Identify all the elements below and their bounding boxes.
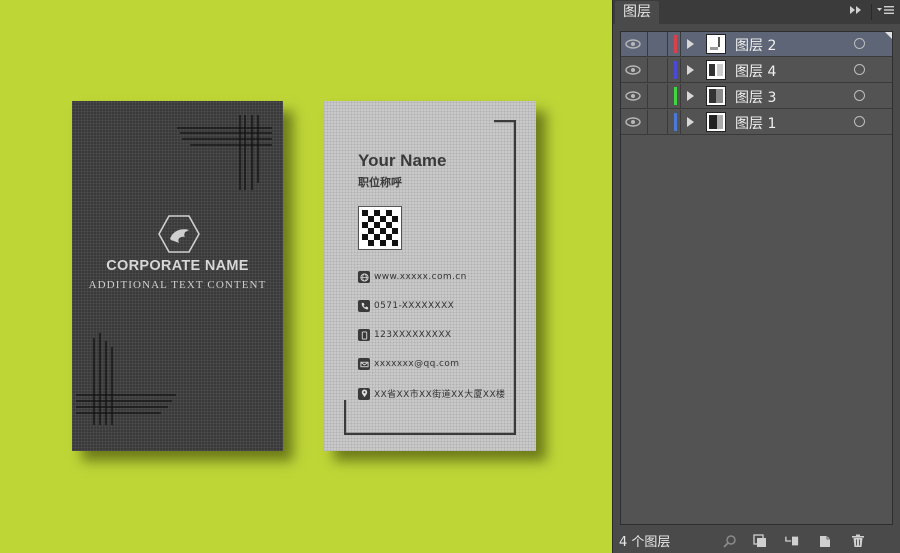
row-divider [667, 32, 668, 56]
layer-color-strip [674, 61, 677, 79]
search-icon[interactable] [723, 534, 737, 548]
corner-lines-top-right [177, 115, 272, 190]
phone-text: 0571-XXXXXXXX [374, 301, 455, 311]
double-chevron-right-icon[interactable] [849, 4, 863, 19]
layer-row-4[interactable]: 图层 4 [621, 58, 892, 83]
target-circle-icon[interactable] [854, 116, 865, 127]
business-card-front[interactable]: CORPORATE NAME ADDITIONAL TEXT CONTENT [72, 101, 283, 451]
company-name: CORPORATE NAME [106, 258, 249, 274]
company-subtitle: ADDITIONAL TEXT CONTENT [88, 279, 267, 291]
visibility-eye-icon[interactable] [625, 38, 641, 50]
layer-name[interactable]: 图层 1 [735, 113, 776, 133]
expand-arrow-icon[interactable] [687, 39, 694, 49]
address-text: XX省XX市XX街道XX大厦XX楼 [374, 390, 506, 400]
location-icon [358, 387, 370, 400]
layer-thumbnail [706, 34, 726, 54]
layer-thumbnail [706, 112, 726, 132]
row-divider [647, 110, 648, 134]
row-divider [647, 84, 648, 108]
contact-email: xxxxxxx@qq.com [358, 358, 459, 370]
business-card-back[interactable]: Your Name 职位称呼 www.xxxxx.com.cn 0571-XXX… [324, 101, 536, 451]
layers-list: 图层 2 图层 4 图层 3 图层 1 [620, 31, 893, 525]
row-divider [680, 84, 681, 108]
layer-color-strip [674, 35, 677, 53]
expand-arrow-icon[interactable] [687, 117, 694, 127]
target-circle-icon[interactable] [854, 90, 865, 101]
layer-color-strip [674, 87, 677, 105]
layer-count-label: 4 个图层 [619, 535, 671, 550]
contact-website: www.xxxxx.com.cn [358, 271, 467, 283]
layer-color-strip [674, 113, 677, 131]
layers-panel: 图层 图层 2 图层 4 图层 3 图层 1 4 个图层 [612, 0, 900, 553]
contact-address: XX省XX市XX街道XX大厦XX楼 [358, 387, 505, 400]
layer-name[interactable]: 图层 3 [735, 87, 776, 107]
row-divider [680, 110, 681, 134]
contact-mobile: 123XXXXXXXXX [358, 329, 451, 341]
company-logo-icon [158, 215, 200, 253]
selection-corner-indicator [885, 32, 892, 39]
expand-arrow-icon[interactable] [687, 91, 694, 101]
target-circle-icon[interactable] [854, 38, 865, 49]
delete-icon[interactable] [851, 534, 865, 548]
corner-lines-bottom-left [76, 333, 176, 425]
target-circle-icon[interactable] [854, 64, 865, 75]
website-text: www.xxxxx.com.cn [374, 272, 467, 282]
layer-row-1[interactable]: 图层 1 [621, 110, 892, 135]
clipping-mask-icon[interactable] [753, 534, 767, 548]
visibility-eye-icon[interactable] [625, 64, 641, 76]
phone-icon [358, 300, 370, 312]
job-title: 职位称呼 [358, 176, 402, 189]
qr-pattern [362, 210, 398, 246]
layer-name[interactable]: 图层 4 [735, 61, 776, 81]
globe-icon [358, 271, 370, 283]
header-divider [871, 4, 872, 20]
contact-phone: 0571-XXXXXXXX [358, 300, 454, 312]
row-divider [680, 58, 681, 82]
person-name: Your Name [358, 151, 447, 170]
mobile-text: 123XXXXXXXXX [374, 330, 452, 340]
layer-name[interactable]: 图层 2 [735, 35, 776, 55]
artboard-canvas[interactable]: CORPORATE NAME ADDITIONAL TEXT CONTENT Y… [0, 0, 612, 553]
row-divider [667, 58, 668, 82]
row-divider [680, 32, 681, 56]
row-divider [647, 58, 648, 82]
layer-thumbnail [706, 60, 726, 80]
mobile-icon [358, 329, 370, 341]
new-layer-icon[interactable] [818, 534, 832, 548]
visibility-eye-icon[interactable] [625, 116, 641, 128]
new-sublayer-icon[interactable] [785, 534, 799, 548]
panel-footer: 4 个图层 [613, 528, 900, 553]
layers-tab[interactable]: 图层 [615, 1, 659, 24]
row-divider [667, 110, 668, 134]
expand-arrow-icon[interactable] [687, 65, 694, 75]
mail-icon [358, 358, 370, 370]
visibility-eye-icon[interactable] [625, 90, 641, 102]
row-divider [647, 32, 648, 56]
qr-code [358, 206, 402, 250]
email-text: xxxxxxx@qq.com [374, 359, 460, 369]
panel-header: 图层 [613, 0, 900, 24]
layer-thumbnail [706, 86, 726, 106]
layer-row-2[interactable]: 图层 2 [621, 32, 892, 57]
row-divider [667, 84, 668, 108]
panel-menu-icon[interactable] [877, 4, 895, 19]
layer-row-3[interactable]: 图层 3 [621, 84, 892, 109]
